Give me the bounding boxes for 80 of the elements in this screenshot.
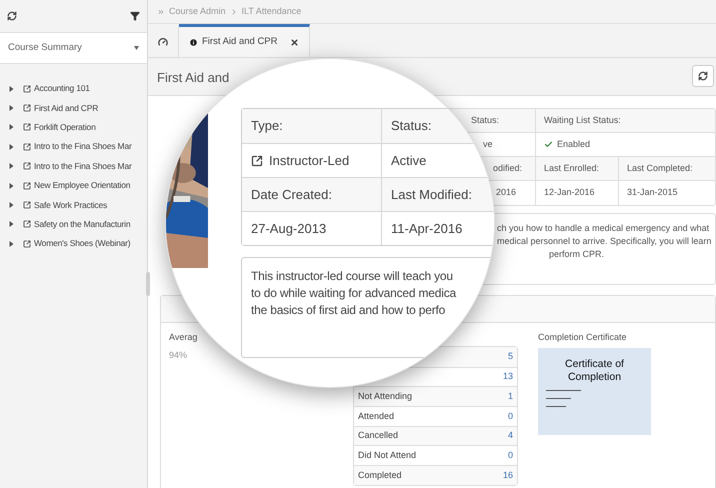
count-value: 1 — [508, 390, 513, 403]
description-text: This instructor-led course will teach you — [251, 268, 454, 285]
course-tree-item[interactable]: New Employee Orientation — [0, 176, 147, 196]
share-icon — [23, 123, 31, 132]
field-value: Instructor-Led — [269, 152, 350, 170]
share-icon — [23, 201, 31, 210]
info-icon — [189, 38, 198, 46]
share-icon — [23, 220, 31, 228]
waiting-list-label: Waiting List Status: — [544, 114, 621, 127]
waiting-list-value: Enabled — [557, 138, 590, 151]
course-tree-item[interactable]: Accounting 101 — [0, 79, 147, 98]
completed-date: 31-Jan-2015 — [627, 186, 678, 200]
description-text: perform CPR. — [548, 248, 606, 261]
modified-label: odified: — [493, 162, 522, 175]
course-tree-item[interactable]: Women's Shoes (Webinar) — [0, 234, 147, 254]
caret-icon[interactable] — [9, 221, 14, 228]
page-title: First Aid and — [157, 69, 230, 87]
enrolled-label: Last Enrolled: — [544, 162, 600, 175]
share-icon — [251, 154, 263, 166]
course-tab[interactable]: First Aid and CPR — [179, 24, 310, 57]
dropdown-caret-icon — [134, 46, 139, 50]
count-value: 13 — [502, 370, 513, 384]
count-value: 16 — [502, 468, 513, 482]
refresh-button[interactable] — [692, 65, 714, 87]
count-value: 4 — [508, 429, 513, 442]
field-value: 27-Aug-2013 — [251, 220, 326, 238]
description-text: to do while waiting for advanced medica — [251, 285, 458, 302]
refresh-icon — [698, 71, 708, 81]
share-icon — [23, 182, 31, 190]
course-tree-item[interactable]: Forklift Operation — [0, 118, 147, 138]
refresh-icon[interactable] — [7, 11, 17, 21]
caret-icon[interactable] — [9, 202, 14, 208]
modified-date: 2016 — [496, 186, 516, 200]
certificate-label: Completion Certificate — [538, 331, 628, 344]
count-label: Did Not Attend — [358, 449, 416, 462]
count-label: Completed — [358, 468, 402, 482]
description-text: medical personnel to arrive. Specifically, you will learn — [496, 235, 712, 248]
gauge-icon — [158, 37, 168, 47]
field-label: Status: — [391, 117, 432, 136]
field-label: Date Created: — [251, 186, 332, 204]
course-tree-item[interactable]: Intro to the Fina Shoes Mar — [0, 137, 147, 157]
field-value: 11-Apr-2016 — [391, 220, 462, 238]
share-icon — [23, 240, 31, 248]
course-tree-item[interactable]: Safety on the Manufacturin — [0, 214, 147, 234]
course-tree-item[interactable]: Intro to the Fina Shoes Mar — [0, 156, 147, 176]
share-icon — [23, 104, 31, 112]
caret-icon[interactable] — [9, 182, 14, 189]
average-value: 94% — [169, 348, 188, 362]
share-icon — [23, 84, 31, 93]
count-value: 0 — [508, 449, 513, 462]
close-icon[interactable] — [290, 38, 298, 46]
caret-icon[interactable] — [9, 163, 14, 170]
filter-icon[interactable] — [130, 11, 140, 21]
collapse-handle[interactable] — [146, 272, 150, 296]
count-label: Attended — [358, 410, 394, 423]
course-select[interactable]: Course Summary — [0, 33, 147, 64]
completed-label: Last Completed: — [627, 162, 693, 175]
caret-icon[interactable] — [9, 124, 14, 130]
enrolled-date: 12-Jan-2016 — [544, 186, 595, 200]
certificate-title: Certificate of Completion — [564, 358, 625, 384]
caret-icon[interactable] — [9, 86, 14, 92]
course-tree-item[interactable]: Safe Work Practices — [0, 195, 147, 215]
field-label: Last Modified: — [391, 186, 472, 204]
share-icon — [23, 162, 31, 170]
field-value: Active — [391, 152, 426, 170]
status-label: Status: — [471, 114, 500, 127]
average-label: Averag — [169, 331, 198, 344]
chevrons-icon — [157, 8, 165, 16]
field-label: Type: — [251, 117, 283, 136]
share-icon — [23, 142, 31, 151]
description-text: the basics of first aid and how to perfo — [251, 302, 446, 319]
count-label: Not Attending — [358, 390, 412, 403]
caret-icon[interactable] — [9, 240, 14, 247]
course-tree-item[interactable]: First Aid and CPR — [0, 98, 147, 118]
caret-icon[interactable] — [9, 105, 14, 112]
caret-icon[interactable] — [9, 144, 14, 150]
count-value: 5 — [508, 350, 513, 364]
count-value: 0 — [508, 410, 513, 423]
status-value: ve — [483, 138, 493, 151]
count-label: Cancelled — [358, 429, 398, 442]
